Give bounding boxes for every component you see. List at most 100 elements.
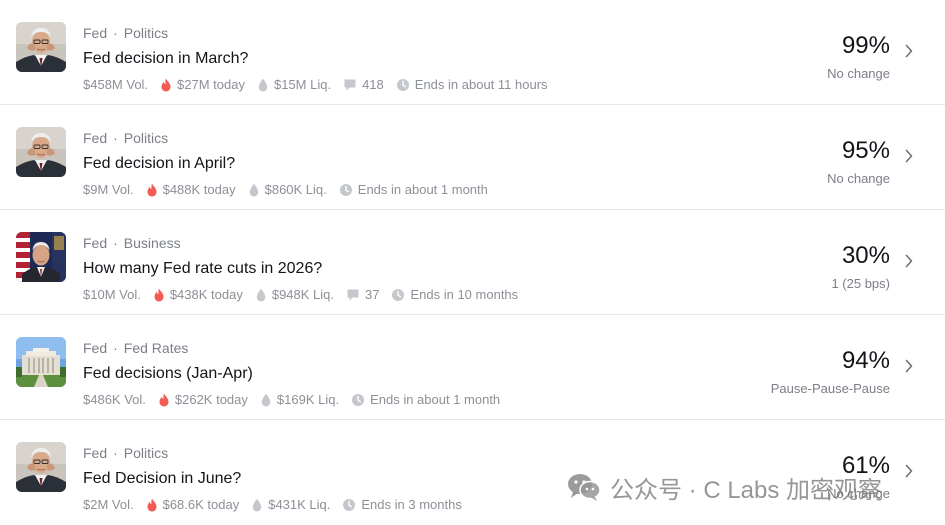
fire-icon xyxy=(158,393,170,407)
today-text: $262K today xyxy=(174,392,248,407)
powell-flag-portrait-icon xyxy=(16,232,66,282)
comment-icon xyxy=(346,288,360,302)
market-title[interactable]: Fed Decision in June? xyxy=(83,470,241,488)
market-categories: Fed · Politics xyxy=(83,445,168,461)
today-stat: $68.6K today xyxy=(146,497,240,512)
federal-reserve-building-icon xyxy=(16,337,66,387)
category-separator: · xyxy=(113,130,118,146)
liquidity-text: $15M Liq. xyxy=(273,77,332,92)
market-categories: Fed · Politics xyxy=(83,130,168,146)
today-stat: $438K today xyxy=(153,287,243,302)
category-separator: · xyxy=(113,235,118,251)
chevron-right-icon[interactable] xyxy=(903,463,915,479)
market-row[interactable]: Fed · Business How many Fed rate cuts in 2… xyxy=(0,210,945,315)
category-fed[interactable]: Fed xyxy=(83,445,107,461)
volume-text: $2M Vol. xyxy=(83,497,134,512)
fire-icon xyxy=(160,78,172,92)
today-text: $68.6K today xyxy=(162,497,240,512)
liquidity-stat: $431K Liq. xyxy=(251,497,330,512)
today-text: $488K today xyxy=(162,182,236,197)
market-stats: $458M Vol. $27M today $15M Liq. 418 Ends… xyxy=(83,77,560,92)
comments-count: 37 xyxy=(365,287,380,302)
end-time-stat: Ends in 10 months xyxy=(391,287,518,302)
liquidity-text: $169K Liq. xyxy=(276,392,340,407)
end-time-text: Ends in about 1 month xyxy=(357,182,488,197)
volume-stat: $10M Vol. xyxy=(83,287,141,302)
droplet-icon xyxy=(260,393,272,407)
market-list: Fed · Politics Fed decision in March? $458… xyxy=(0,0,945,525)
market-stats: $2M Vol. $68.6K today $431K Liq. Ends in… xyxy=(83,497,474,512)
droplet-icon xyxy=(255,288,267,302)
chevron-right-icon[interactable] xyxy=(903,148,915,164)
volume-stat: $9M Vol. xyxy=(83,182,134,197)
category-tag[interactable]: Business xyxy=(124,235,181,251)
outcome-percent: 99% xyxy=(841,32,890,59)
droplet-icon xyxy=(251,498,263,512)
volume-text: $458M Vol. xyxy=(83,77,149,92)
end-time-stat: Ends in about 11 hours xyxy=(396,77,548,92)
category-tag[interactable]: Politics xyxy=(124,445,168,461)
market-categories: Fed · Business xyxy=(83,235,181,251)
market-stats: $10M Vol. $438K today $948K Liq. 37 Ends… xyxy=(83,287,530,302)
comments-stat[interactable]: 418 xyxy=(343,77,384,92)
volume-stat: $2M Vol. xyxy=(83,497,134,512)
category-separator: · xyxy=(113,25,118,41)
fire-icon xyxy=(146,183,158,197)
category-fed[interactable]: Fed xyxy=(83,25,107,41)
fire-icon xyxy=(146,498,158,512)
volume-stat: $458M Vol. xyxy=(83,77,148,92)
end-time-text: Ends in 10 months xyxy=(410,287,519,302)
end-time-stat: Ends in about 1 month xyxy=(351,392,500,407)
market-stats: $486K Vol. $262K today $169K Liq. Ends i… xyxy=(83,392,512,407)
chevron-right-icon[interactable] xyxy=(903,43,915,59)
today-stat: $262K today xyxy=(158,392,248,407)
category-tag[interactable]: Politics xyxy=(124,130,168,146)
liquidity-text: $860K Liq. xyxy=(264,182,327,197)
category-separator: · xyxy=(113,340,118,356)
market-row[interactable]: Fed · Fed Rates Fed decisions (Jan-Apr) $4… xyxy=(0,315,945,420)
today-stat: $488K today xyxy=(146,182,236,197)
category-tag[interactable]: Politics xyxy=(124,25,168,41)
market-categories: Fed · Fed Rates xyxy=(83,340,188,356)
category-fed[interactable]: Fed xyxy=(83,340,107,356)
powell-portrait-icon xyxy=(16,127,66,177)
powell-portrait-icon xyxy=(16,442,66,492)
comment-icon xyxy=(343,78,357,92)
market-row[interactable]: Fed · Politics Fed decision in March? $458… xyxy=(0,0,945,105)
end-time-text: Ends in 3 months xyxy=(361,497,462,512)
today-stat: $27M today xyxy=(160,77,245,92)
category-fed[interactable]: Fed xyxy=(83,130,107,146)
end-time-text: Ends in about 1 month xyxy=(370,392,501,407)
market-row[interactable]: Fed · Politics Fed decision in April? $9M … xyxy=(0,105,945,210)
droplet-icon xyxy=(257,78,269,92)
clock-icon xyxy=(351,393,365,407)
volume-text: $9M Vol. xyxy=(83,182,134,197)
chevron-right-icon[interactable] xyxy=(903,253,915,269)
liquidity-stat: $169K Liq. xyxy=(260,392,339,407)
end-time-stat: Ends in about 1 month xyxy=(339,182,488,197)
volume-text: $10M Vol. xyxy=(83,287,141,302)
market-title[interactable]: How many Fed rate cuts in 2026? xyxy=(83,260,322,278)
outcome-percent: 94% xyxy=(841,347,890,374)
category-fed[interactable]: Fed xyxy=(83,235,107,251)
today-text: $27M today xyxy=(177,77,245,92)
volume-text: $486K Vol. xyxy=(83,392,146,407)
volume-stat: $486K Vol. xyxy=(83,392,146,407)
clock-icon xyxy=(391,288,405,302)
watermark-text: 公众号 · C Labs 加密观察 xyxy=(610,476,883,504)
market-title[interactable]: Fed decision in April? xyxy=(83,155,235,173)
market-title[interactable]: Fed decisions (Jan-Apr) xyxy=(83,365,253,383)
category-tag[interactable]: Fed Rates xyxy=(124,340,189,356)
comments-count: 418 xyxy=(362,77,384,92)
outcome-label: No change xyxy=(827,171,890,186)
comments-stat[interactable]: 37 xyxy=(346,287,379,302)
fire-icon xyxy=(153,288,165,302)
liquidity-stat: $948K Liq. xyxy=(255,287,334,302)
wechat-icon xyxy=(568,474,601,501)
market-title[interactable]: Fed decision in March? xyxy=(83,50,248,68)
category-separator: · xyxy=(113,445,118,461)
chevron-right-icon[interactable] xyxy=(903,358,915,374)
clock-icon xyxy=(396,78,410,92)
end-time-text: Ends in about 11 hours xyxy=(414,77,548,92)
today-text: $438K today xyxy=(169,287,243,302)
